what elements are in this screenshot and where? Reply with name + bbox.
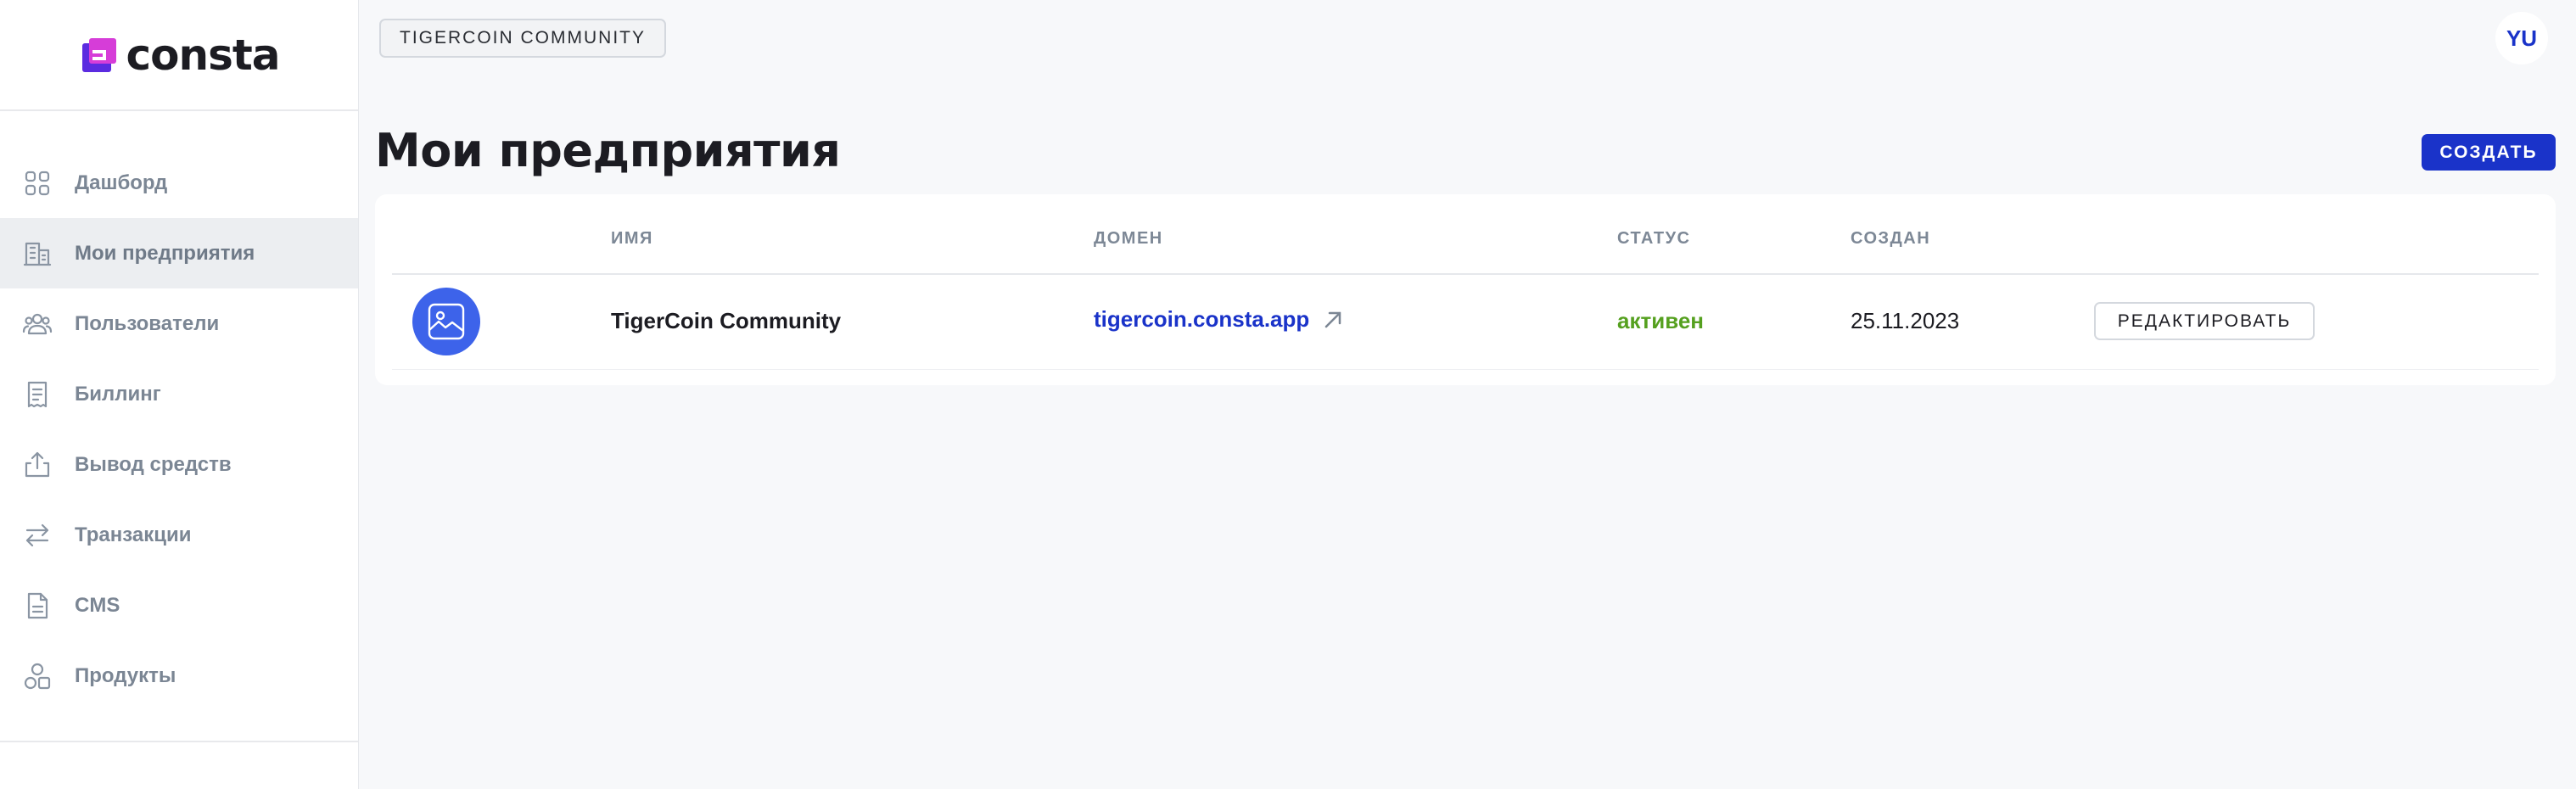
edit-button[interactable]: РЕДАКТИРОВАТЬ xyxy=(2094,302,2315,340)
enterprise-image-placeholder xyxy=(412,288,480,355)
consta-logo-icon xyxy=(81,37,116,72)
brand-name: consta xyxy=(126,30,281,80)
dashboard-icon xyxy=(22,168,53,199)
sidebar-item-label: Биллинг xyxy=(75,382,161,406)
table-row-divider xyxy=(392,369,2539,370)
enterprises-table: ИМЯ ДОМЕН СТАТУС СОЗДАН TigerCoin Commun… xyxy=(375,194,2556,385)
sidebar-item-label: Вывод средств xyxy=(75,452,232,476)
receipt-icon xyxy=(22,379,53,410)
sidebar-item-users[interactable]: Пользователи xyxy=(0,288,358,359)
column-header-domain: ДОМЕН xyxy=(1094,229,1163,248)
table-header-divider xyxy=(392,273,2539,275)
sidebar-item-my-enterprises[interactable]: Мои предприятия xyxy=(0,218,358,288)
sidebar-item-withdraw[interactable]: Вывод средств xyxy=(0,429,358,500)
sidebar-item-label: Пользователи xyxy=(75,311,220,335)
status-badge: активен xyxy=(1617,308,1704,333)
sidebar-item-label: Дашборд xyxy=(75,171,168,194)
sidebar-item-label: CMS xyxy=(75,593,120,617)
organization-switcher[interactable]: TIGERCOIN COMMUNITY xyxy=(379,19,666,58)
logo[interactable]: consta xyxy=(0,0,358,111)
sidebar-item-transactions[interactable]: Транзакции xyxy=(0,500,358,570)
sidebar-nav: Дашборд Мои предприятия Пользователи Бил… xyxy=(0,111,358,711)
sidebar-item-label: Транзакции xyxy=(75,523,192,546)
domain-text[interactable]: tigercoin.consta.app xyxy=(1094,306,1309,333)
sidebar-item-cms[interactable]: CMS xyxy=(0,570,358,641)
enterprise-domain-link[interactable]: tigercoin.consta.app xyxy=(1094,306,1345,333)
sidebar-item-products[interactable]: Продукты xyxy=(0,641,358,711)
sidebar-item-billing[interactable]: Биллинг xyxy=(0,359,358,429)
column-header-status: СТАТУС xyxy=(1617,229,1691,248)
external-link-icon[interactable] xyxy=(1321,308,1345,332)
column-header-name: ИМЯ xyxy=(611,229,653,248)
image-icon xyxy=(428,303,465,340)
sidebar: consta Дашборд Мои предприятия Пользоват… xyxy=(0,0,359,789)
withdraw-icon xyxy=(22,450,53,480)
transactions-icon xyxy=(22,520,53,551)
users-icon xyxy=(22,309,53,339)
create-button[interactable]: СОЗДАТЬ xyxy=(2422,134,2556,171)
sidebar-item-label: Продукты xyxy=(75,663,176,687)
shapes-icon xyxy=(22,661,53,691)
sidebar-divider xyxy=(0,741,358,742)
sidebar-item-label: Мои предприятия xyxy=(75,241,255,265)
user-avatar[interactable]: YU xyxy=(2495,12,2548,64)
created-date: 25.11.2023 xyxy=(1851,308,1960,333)
page-title: Мои предприятия xyxy=(375,124,841,177)
sidebar-item-dashboard[interactable]: Дашборд xyxy=(0,148,358,218)
enterprise-name: TigerCoin Community xyxy=(611,308,842,333)
building-icon xyxy=(22,238,53,269)
column-header-created: СОЗДАН xyxy=(1851,229,1931,248)
document-icon xyxy=(22,590,53,621)
